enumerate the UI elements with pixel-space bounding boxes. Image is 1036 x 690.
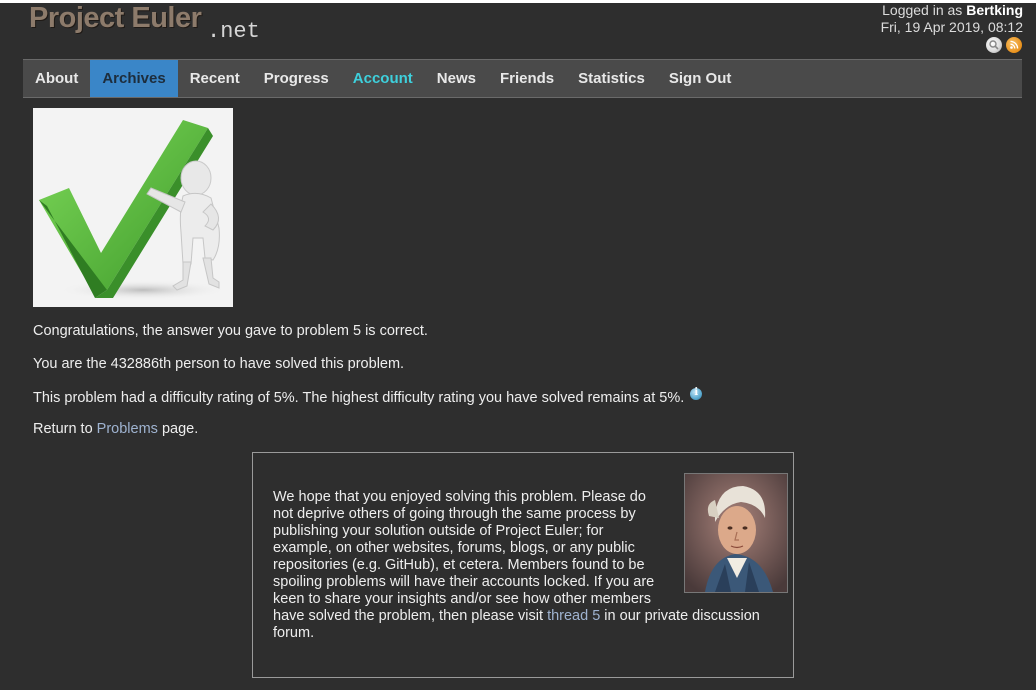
- login-info: Logged in as Bertking Fri, 19 Apr 2019, …: [881, 2, 1023, 36]
- return-prefix: Return to: [33, 421, 97, 437]
- nav-account[interactable]: Account: [341, 60, 425, 97]
- login-status: Logged in as Bertking: [881, 2, 1023, 19]
- solver-rank-text: You are the 432886th person to have solv…: [33, 356, 405, 372]
- problems-link[interactable]: Problems: [97, 421, 158, 437]
- logo-title: Project Euler: [29, 2, 202, 34]
- login-datetime: Fri, 19 Apr 2019, 08:12: [880, 19, 1023, 35]
- rss-icon[interactable]: [1006, 37, 1022, 53]
- notice-text-before: We hope that you enjoyed solving this pr…: [273, 489, 655, 624]
- nav-sign-out[interactable]: Sign Out: [657, 60, 744, 97]
- nav-statistics[interactable]: Statistics: [566, 60, 657, 97]
- difficulty-line: This problem had a difficulty rating of …: [33, 387, 703, 406]
- nav-archives[interactable]: Archives: [90, 60, 178, 97]
- nav-progress[interactable]: Progress: [252, 60, 341, 97]
- login-prefix: Logged in as: [882, 2, 967, 18]
- correct-answer-image: [33, 108, 233, 307]
- euler-portrait-icon: [685, 474, 787, 592]
- nav-news[interactable]: News: [425, 60, 488, 97]
- search-icon[interactable]: [986, 37, 1002, 53]
- site-logo[interactable]: Project Euler .net: [29, 2, 289, 50]
- nav-about[interactable]: About: [23, 60, 90, 97]
- top-icons: [986, 37, 1022, 53]
- thread-link[interactable]: thread 5: [547, 608, 600, 624]
- main-nav: About Archives Recent Progress Account N…: [23, 59, 1022, 98]
- euler-portrait: [684, 473, 788, 593]
- return-suffix: page.: [157, 421, 199, 437]
- info-icon[interactable]: [690, 387, 703, 400]
- nav-recent[interactable]: Recent: [178, 60, 252, 97]
- checkmark-figure-icon: [39, 120, 228, 300]
- return-line: Return to Problems page.: [33, 421, 198, 437]
- nav-friends[interactable]: Friends: [488, 60, 566, 97]
- congrats-text: Congratulations, the answer you gave to …: [33, 323, 428, 339]
- logo-suffix: .net: [207, 19, 260, 44]
- spoiler-notice: We hope that you enjoyed solving this pr…: [273, 473, 788, 642]
- login-username: Bertking: [966, 2, 1023, 18]
- difficulty-text: This problem had a difficulty rating of …: [33, 390, 685, 406]
- spoiler-notice-box: We hope that you enjoyed solving this pr…: [252, 452, 794, 678]
